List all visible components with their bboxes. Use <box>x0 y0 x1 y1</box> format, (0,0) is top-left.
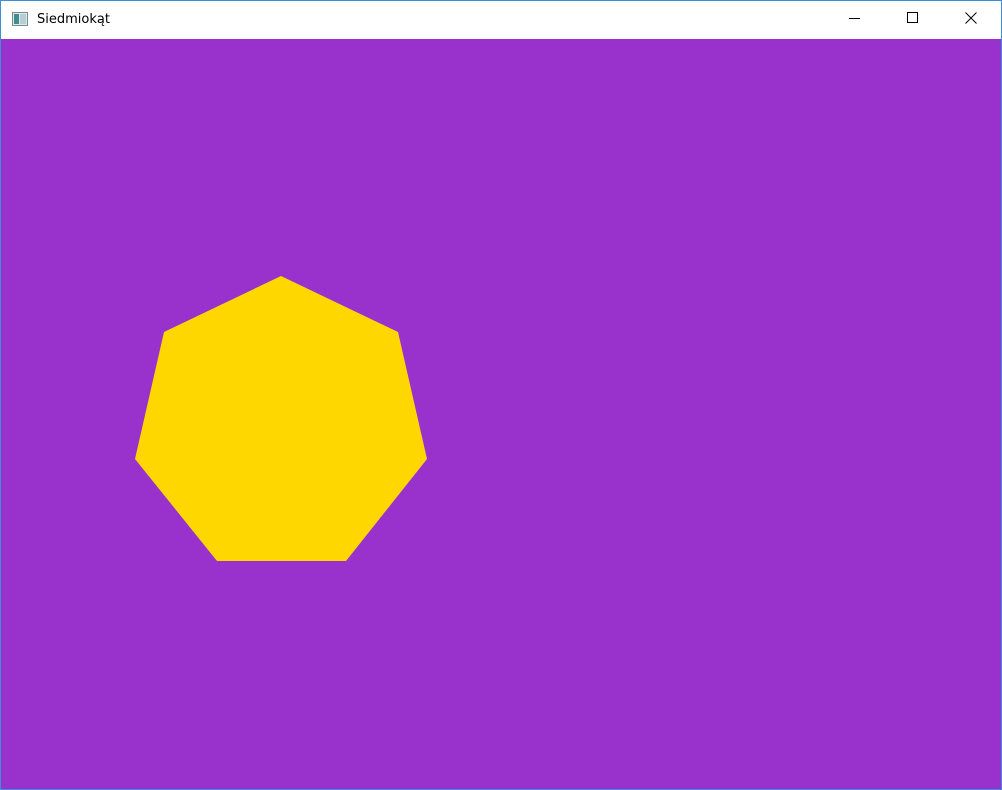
app-window: Siedmiokąt <box>0 0 1002 790</box>
close-button[interactable] <box>942 1 1000 39</box>
maximize-icon <box>907 11 919 29</box>
app-window-icon[interactable] <box>12 12 28 26</box>
close-icon <box>965 11 977 29</box>
window-title: Siedmiokąt <box>37 12 110 27</box>
minimize-button[interactable] <box>826 1 884 39</box>
drawing-canvas[interactable] <box>1 39 1001 789</box>
canvas-svg <box>1 39 1001 789</box>
title-bar[interactable]: Siedmiokąt <box>1 1 1001 39</box>
maximize-button[interactable] <box>884 1 942 39</box>
minimize-icon <box>849 11 861 29</box>
